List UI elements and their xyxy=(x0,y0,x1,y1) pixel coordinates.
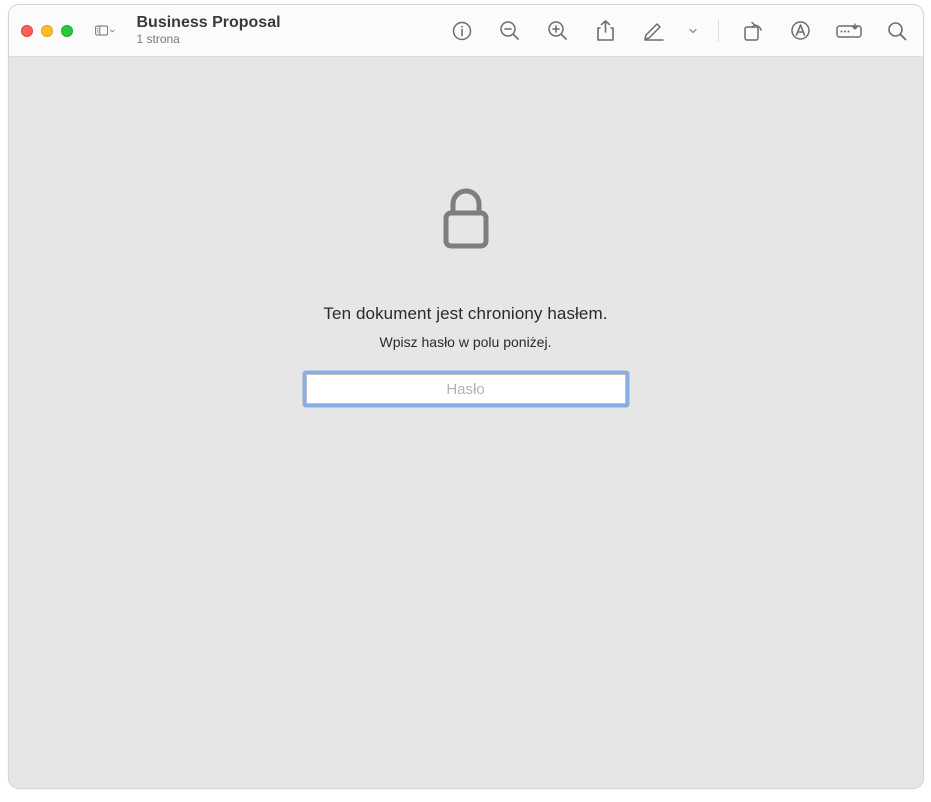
toolbar xyxy=(448,17,911,45)
window-subtitle: 1 strona xyxy=(137,33,281,47)
search-icon xyxy=(887,21,907,41)
window-controls xyxy=(21,25,73,37)
close-button[interactable] xyxy=(21,25,33,37)
zoom-out-button[interactable] xyxy=(496,17,524,45)
sidebar-toggle-button[interactable] xyxy=(91,17,119,45)
highlight-button[interactable] xyxy=(640,17,668,45)
preview-window: Business Proposal 1 strona xyxy=(8,4,924,789)
info-button[interactable] xyxy=(448,17,476,45)
form-button[interactable] xyxy=(835,17,863,45)
chevron-down-icon xyxy=(689,27,697,35)
highlight-icon xyxy=(643,21,665,41)
form-icon xyxy=(836,23,862,39)
password-field-wrap xyxy=(306,374,626,404)
highlight-menu-chevron[interactable] xyxy=(688,27,698,35)
zoom-in-icon xyxy=(547,20,568,41)
markup-button[interactable] xyxy=(787,17,815,45)
rotate-button[interactable] xyxy=(739,17,767,45)
search-button[interactable] xyxy=(883,17,911,45)
info-icon xyxy=(452,21,472,41)
chevron-down-icon xyxy=(110,27,115,35)
lock-icon xyxy=(439,187,493,256)
toolbar-divider xyxy=(718,20,719,42)
window-title: Business Proposal xyxy=(137,14,281,32)
markup-icon xyxy=(790,20,811,41)
share-icon xyxy=(596,20,615,42)
zoom-in-button[interactable] xyxy=(544,17,572,45)
content-area: Ten dokument jest chroniony hasłem. Wpis… xyxy=(9,57,923,788)
title-block: Business Proposal 1 strona xyxy=(137,14,281,47)
sidebar-icon xyxy=(95,22,108,39)
zoom-out-icon xyxy=(499,20,520,41)
titlebar: Business Proposal 1 strona xyxy=(9,5,923,57)
password-subheading: Wpisz hasło w polu poniżej. xyxy=(380,334,552,350)
password-input[interactable] xyxy=(306,374,626,404)
share-button[interactable] xyxy=(592,17,620,45)
password-heading: Ten dokument jest chroniony hasłem. xyxy=(323,304,607,324)
fullscreen-button[interactable] xyxy=(61,25,73,37)
rotate-icon xyxy=(743,20,763,42)
minimize-button[interactable] xyxy=(41,25,53,37)
